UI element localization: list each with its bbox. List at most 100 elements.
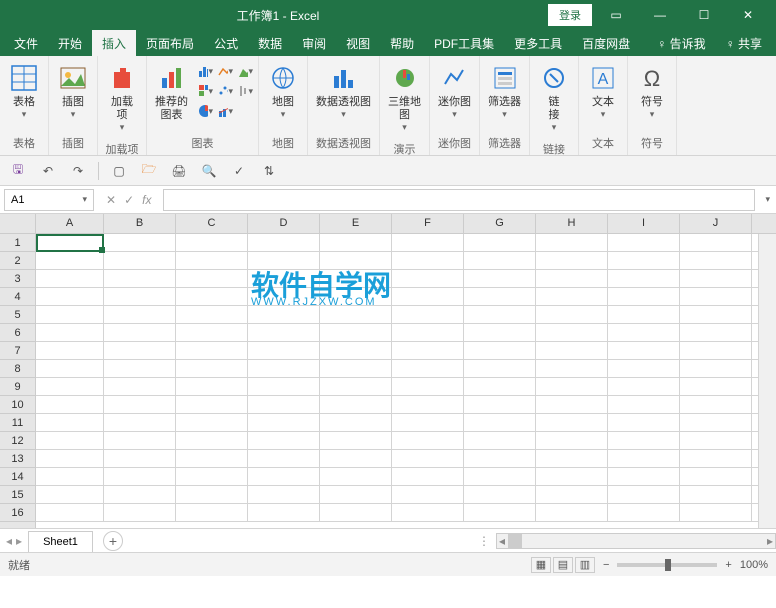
symbols-button[interactable]: Ω符号▾ (630, 60, 674, 122)
cell[interactable] (608, 288, 680, 305)
cell[interactable] (320, 324, 392, 341)
cell[interactable] (392, 360, 464, 377)
row-header[interactable]: 5 (0, 306, 35, 324)
cell[interactable] (392, 342, 464, 359)
tab-help[interactable]: 帮助 (380, 30, 424, 57)
scatter-chart-icon[interactable]: ▾ (217, 83, 233, 99)
cell[interactable] (176, 234, 248, 251)
cell[interactable] (176, 450, 248, 467)
save-icon[interactable]: 🖫 (8, 161, 28, 181)
cell[interactable] (464, 378, 536, 395)
cell[interactable] (176, 486, 248, 503)
tab-pdf[interactable]: PDF工具集 (424, 30, 504, 57)
area-chart-icon[interactable]: ▾ (237, 63, 253, 79)
row-header[interactable]: 10 (0, 396, 35, 414)
fx-icon[interactable]: fx (142, 193, 151, 207)
cell[interactable] (104, 234, 176, 251)
cell[interactable] (176, 306, 248, 323)
cell[interactable] (464, 288, 536, 305)
print-preview-icon[interactable]: 🔍 (199, 161, 219, 181)
tab-scroll-splitter[interactable]: ⋮ (472, 534, 496, 548)
row-header[interactable]: 14 (0, 468, 35, 486)
cell[interactable] (36, 288, 104, 305)
cell[interactable] (536, 450, 608, 467)
cell[interactable] (464, 324, 536, 341)
cancel-icon[interactable]: ✕ (106, 193, 116, 207)
cell[interactable] (392, 306, 464, 323)
cell[interactable] (176, 288, 248, 305)
cell[interactable] (36, 450, 104, 467)
cell[interactable] (248, 270, 320, 287)
zoom-out-button[interactable]: − (603, 559, 609, 571)
cell[interactable] (680, 360, 752, 377)
cell[interactable] (680, 378, 752, 395)
cell[interactable] (104, 432, 176, 449)
cell[interactable] (392, 450, 464, 467)
cell[interactable] (248, 324, 320, 341)
cell[interactable] (536, 234, 608, 251)
cell[interactable] (176, 432, 248, 449)
cell[interactable] (536, 432, 608, 449)
column-header[interactable]: J (680, 214, 752, 233)
tab-data[interactable]: 数据 (248, 30, 292, 57)
sheet-tab[interactable]: Sheet1 (28, 531, 93, 552)
cell[interactable] (608, 468, 680, 485)
cell[interactable] (248, 450, 320, 467)
cell[interactable] (680, 288, 752, 305)
cell[interactable] (680, 342, 752, 359)
cell[interactable] (680, 432, 752, 449)
cell[interactable] (104, 306, 176, 323)
cell[interactable] (176, 324, 248, 341)
cell[interactable] (608, 486, 680, 503)
tab-more[interactable]: 更多工具 (504, 30, 572, 57)
cell[interactable] (36, 486, 104, 503)
share-button[interactable]: ♀ 共享 (716, 30, 772, 57)
row-header[interactable]: 15 (0, 486, 35, 504)
cell[interactable] (608, 396, 680, 413)
cell[interactable] (464, 342, 536, 359)
cell[interactable] (36, 270, 104, 287)
tab-review[interactable]: 审阅 (292, 30, 336, 57)
cell[interactable] (248, 486, 320, 503)
cell[interactable] (320, 414, 392, 431)
filters-button[interactable]: 筛选器▾ (482, 60, 527, 122)
cell[interactable] (104, 252, 176, 269)
cell[interactable] (248, 288, 320, 305)
cell[interactable] (176, 378, 248, 395)
cell[interactable] (608, 450, 680, 467)
cell[interactable] (680, 396, 752, 413)
cell[interactable] (176, 270, 248, 287)
tab-view[interactable]: 视图 (336, 30, 380, 57)
cell[interactable] (392, 270, 464, 287)
tables-button[interactable]: 表格▾ (2, 60, 46, 122)
cell[interactable] (104, 450, 176, 467)
cell[interactable] (36, 414, 104, 431)
zoom-slider[interactable] (617, 563, 717, 567)
cell[interactable] (608, 378, 680, 395)
row-header[interactable]: 7 (0, 342, 35, 360)
cell[interactable] (680, 450, 752, 467)
tab-layout[interactable]: 页面布局 (136, 30, 204, 57)
new-file-icon[interactable]: ▢ (109, 161, 129, 181)
row-header[interactable]: 1 (0, 234, 35, 252)
cell[interactable] (608, 414, 680, 431)
cell[interactable] (104, 324, 176, 341)
cell[interactable] (464, 306, 536, 323)
cell[interactable] (608, 504, 680, 521)
column-header[interactable]: H (536, 214, 608, 233)
zoom-in-button[interactable]: + (725, 559, 731, 571)
cell[interactable] (104, 396, 176, 413)
cell[interactable] (680, 504, 752, 521)
cell[interactable] (392, 252, 464, 269)
3dmap-button[interactable]: 三维地 图▾ (382, 60, 427, 135)
cell[interactable] (320, 342, 392, 359)
cell[interactable] (536, 252, 608, 269)
cell[interactable] (680, 306, 752, 323)
cell[interactable] (392, 234, 464, 251)
horizontal-scrollbar[interactable]: ◂ ▸ (496, 533, 776, 549)
illustrations-button[interactable]: 插图▾ (51, 60, 95, 122)
cell[interactable] (680, 468, 752, 485)
cell[interactable] (36, 396, 104, 413)
addins-button[interactable]: 加载 项▾ (100, 60, 144, 135)
add-sheet-button[interactable]: + (103, 531, 123, 551)
